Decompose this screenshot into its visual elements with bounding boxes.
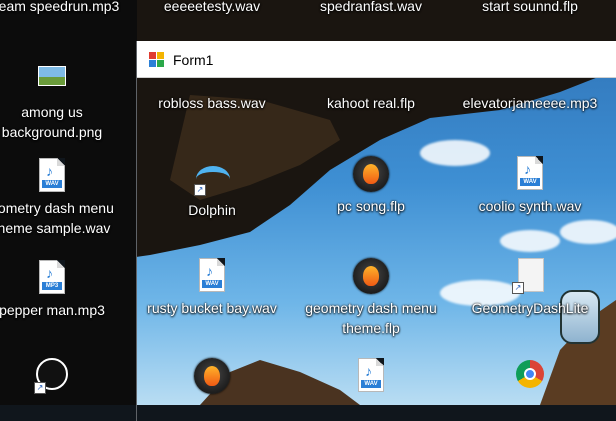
- mp3-file-icon: ♪ MP3: [34, 260, 70, 298]
- desktop-icon-chrome-bottom[interactable]: [455, 358, 605, 398]
- desktop-icon-geometrydashlite[interactable]: ↗ GeometryDashLite: [455, 258, 605, 318]
- desktop-icon-label: coolio synth.wav: [478, 198, 582, 214]
- desktop-icon-label: pepper man.mp3: [0, 302, 105, 318]
- wav-file-icon: ♪ WAV: [34, 158, 70, 196]
- desktop-icon-among-us[interactable]: among us background.png: [0, 62, 127, 142]
- desktop-icon-label: geometry dash menu: [305, 300, 437, 316]
- desktop-icon[interactable]: eam speedrun.mp3: [0, 0, 134, 16]
- desktop-icon-label: spedranfast.wav: [320, 0, 422, 14]
- window-titlebar[interactable]: Form1: [137, 41, 616, 78]
- desktop-icon-label-line2: theme.flp: [342, 320, 400, 336]
- desktop-icon-label: elevatorjameeee.mp3: [462, 95, 598, 111]
- fl-studio-icon: [194, 358, 230, 396]
- desktop-icon-elevatorjameeee[interactable]: elevatorjameeee.mp3: [455, 78, 605, 113]
- image-file-icon: [34, 62, 70, 100]
- desktop-icon-label: start sounnd.flp: [482, 0, 578, 14]
- desktop-icon-gd-menu-theme[interactable]: geometry dash menu theme.flp: [296, 258, 446, 338]
- wav-file-icon: ♪ WAV: [512, 156, 548, 194]
- desktop-icon-rusty-bucket-bay[interactable]: ♪ WAV rusty bucket bay.wav: [137, 258, 287, 318]
- wav-file-icon: ♪ WAV: [353, 358, 389, 396]
- desktop-icon-dolphin[interactable]: ↗ Dolphin: [137, 160, 287, 220]
- desktop-icon-label: eam speedrun.mp3: [0, 0, 120, 14]
- winforms-app-icon: [149, 52, 165, 68]
- desktop-icon[interactable]: start sounnd.flp: [455, 0, 605, 16]
- desktop-icon-coolio-synth[interactable]: ♪ WAV coolio synth.wav: [455, 156, 605, 216]
- desktop-icon-gd-menu-sample[interactable]: ♪ WAV eometry dash menu theme sample.wav: [0, 158, 127, 238]
- desktop-icon-label-line2: background.png: [1, 124, 103, 140]
- desktop-icon-label: pc song.flp: [337, 198, 405, 214]
- desktop-icon-label: among us: [21, 104, 83, 120]
- desktop-icon-label-line2: theme sample.wav: [0, 220, 111, 236]
- wav-file-icon: ♪ WAV: [194, 258, 230, 296]
- desktop-icon-app-shortcut[interactable]: ↗: [0, 358, 127, 398]
- desktop-icon-label: GeometryDashLite: [471, 300, 589, 316]
- desktop-icon[interactable]: eeeeetesty.wav: [137, 0, 287, 16]
- app-shortcut-icon: ↗: [34, 358, 70, 396]
- desktop-icon-wav-bottom[interactable]: ♪ WAV: [296, 358, 446, 398]
- desktop-icon-robloss-bass[interactable]: robloss bass.wav: [137, 78, 287, 113]
- desktop-icon-label: robloss bass.wav: [158, 95, 266, 111]
- desktop-icon-label: eometry dash menu: [0, 200, 114, 216]
- desktop-icon-pc-song[interactable]: pc song.flp: [296, 156, 446, 216]
- desktop-icon-label: kahoot real.flp: [327, 95, 415, 111]
- chrome-icon: [512, 358, 548, 396]
- desktop-icon-pepper-man[interactable]: ♪ MP3 pepper man.mp3: [0, 260, 127, 320]
- window-title: Form1: [173, 52, 214, 68]
- dolphin-icon: ↗: [194, 160, 230, 198]
- shortcut-file-icon: ↗: [512, 258, 548, 296]
- desktop-icon-kahoot-real[interactable]: kahoot real.flp: [296, 78, 446, 113]
- desktop-icon[interactable]: spedranfast.wav: [296, 0, 446, 16]
- fl-studio-icon: [353, 156, 389, 194]
- desktop-icon-label: rusty bucket bay.wav: [147, 300, 277, 316]
- fl-studio-icon: [353, 258, 389, 296]
- desktop-icon-label: Dolphin: [188, 202, 236, 218]
- desktop-icon-fl-bottom[interactable]: [137, 358, 287, 398]
- desktop-icon-label: eeeeetesty.wav: [163, 0, 261, 14]
